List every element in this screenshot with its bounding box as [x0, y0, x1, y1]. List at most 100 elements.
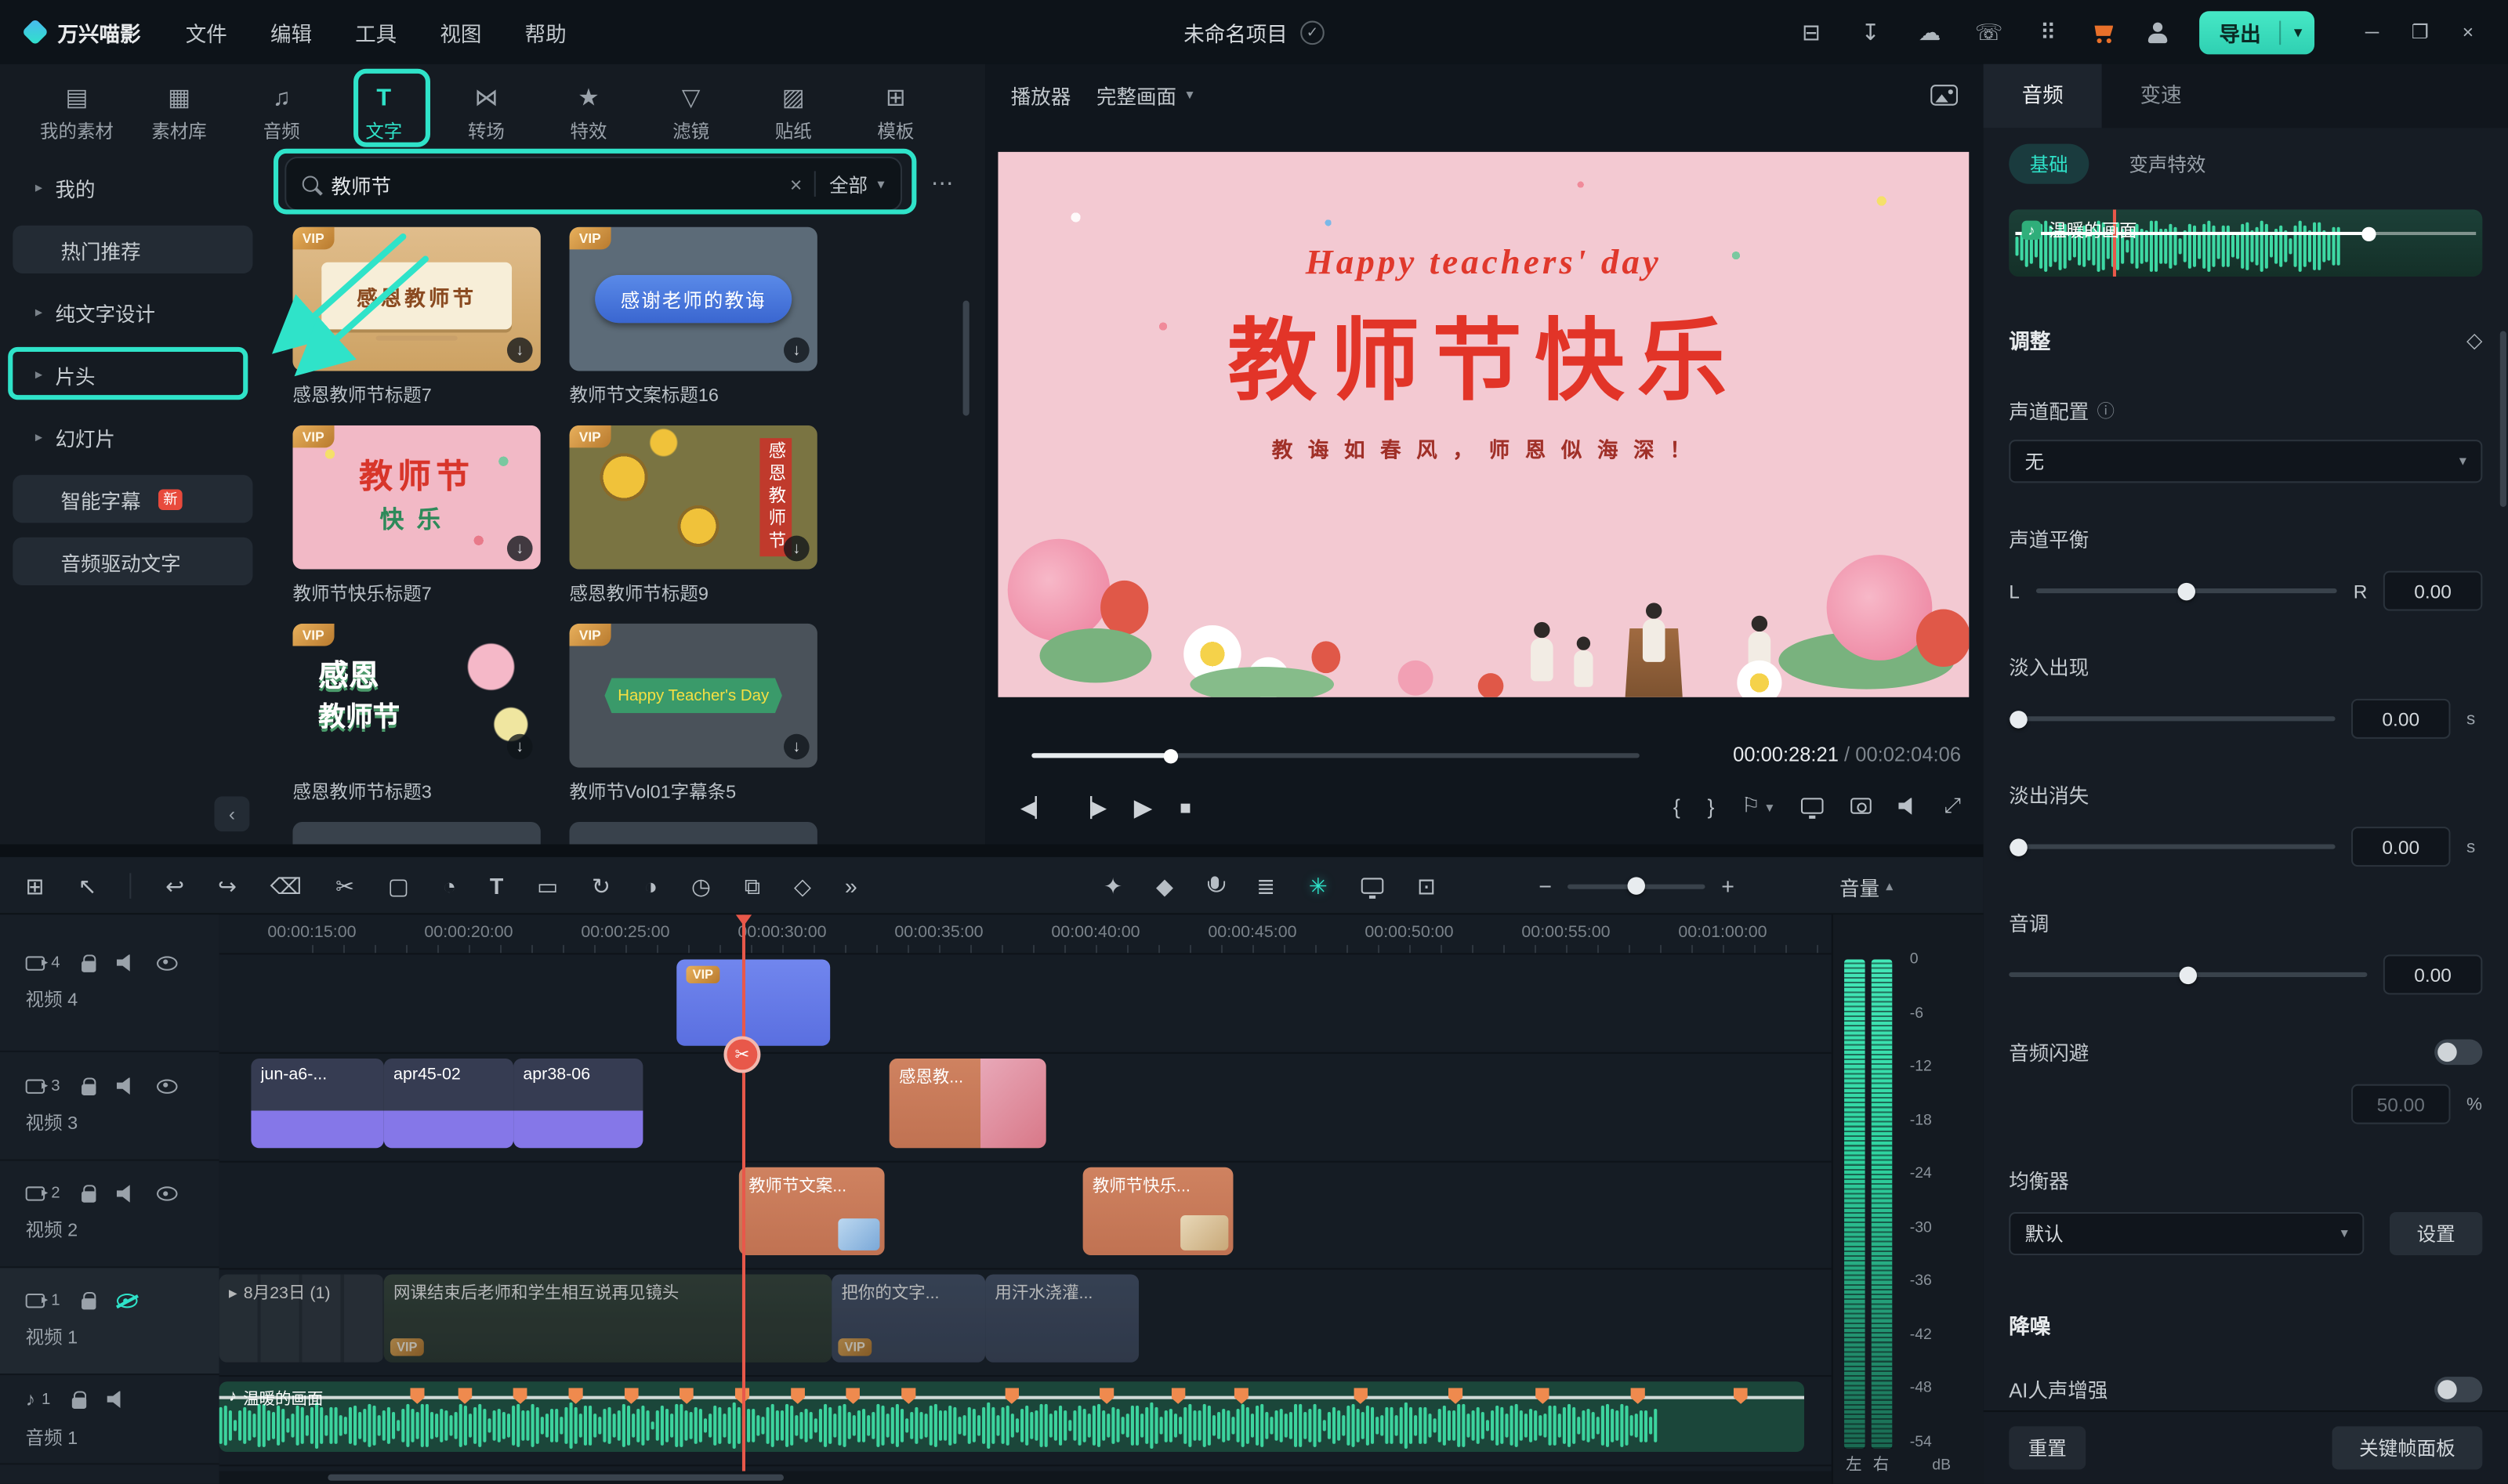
lock-icon[interactable] — [81, 954, 95, 971]
snapshot-icon[interactable] — [1850, 798, 1871, 813]
slider-handle[interactable] — [2180, 966, 2197, 983]
download-icon[interactable]: ↓ — [507, 536, 533, 562]
balance-slider[interactable] — [2035, 588, 2337, 593]
reset-button[interactable]: 重置 — [2009, 1426, 2086, 1469]
timeline-clip[interactable]: 感恩教... — [890, 1059, 1046, 1148]
shield-icon[interactable]: ◆ — [1156, 872, 1173, 899]
template-card[interactable]: VIP 教师节 快乐 ↓ 教师节快乐标题7 — [292, 425, 540, 606]
collapse-panel-button[interactable]: ‹ — [214, 796, 249, 831]
zoom-in-icon[interactable]: + — [1721, 873, 1734, 899]
template-thumbnail[interactable]: VIP 感恩 教师节 ↓ — [292, 624, 540, 768]
undo-icon[interactable]: ↩ — [165, 872, 184, 899]
clear-search-icon[interactable]: × — [790, 172, 802, 196]
track-header-video2[interactable]: 2 视频 2 — [0, 1161, 219, 1269]
apps-grid-icon[interactable]: ⠿ — [2034, 18, 2063, 45]
timeline-clip[interactable]: 教师节文案... — [739, 1167, 885, 1255]
mark-out-button[interactable]: } — [1707, 794, 1714, 818]
category-audio-driven[interactable]: 音频驱动文字 — [13, 537, 252, 585]
magic-tool-icon[interactable]: ✦ — [1104, 872, 1122, 899]
template-thumbnail[interactable]: VIP 感恩教师节 ↓ — [292, 227, 540, 371]
pitch-slider[interactable] — [2009, 972, 2367, 977]
lock-icon[interactable] — [81, 1077, 95, 1094]
timeline-ruler[interactable]: 00:00:15:00 00:00:20:00 00:00:25:00 00:0… — [219, 914, 1832, 953]
horizontal-scrollbar[interactable] — [219, 1471, 1832, 1484]
close-button[interactable]: × — [2444, 0, 2492, 64]
media-tab-my-media[interactable]: ▤我的素材 — [26, 71, 129, 154]
ai-voice-toggle[interactable] — [2434, 1376, 2482, 1402]
dual-monitor-icon[interactable] — [1800, 798, 1823, 813]
mute-icon[interactable] — [1898, 797, 1917, 814]
mask-icon[interactable]: ▭ — [537, 872, 558, 899]
slider-handle[interactable] — [1628, 877, 1645, 894]
media-tab-filters[interactable]: ▽滤镜 — [640, 71, 742, 154]
select-tool-icon[interactable]: ↖ — [78, 872, 96, 899]
template-card[interactable] — [292, 822, 540, 845]
minimize-button[interactable]: ─ — [2348, 0, 2396, 64]
lock-icon[interactable] — [71, 1390, 85, 1407]
search-input[interactable]: 教师节 — [331, 168, 777, 199]
download-icon[interactable]: ↓ — [784, 338, 810, 364]
beat-detect-icon[interactable]: ✳ — [1309, 872, 1328, 899]
media-tab-audio[interactable]: ♫音频 — [230, 71, 333, 154]
speed-icon[interactable]: ◔ — [443, 873, 456, 899]
audio-clip-preview[interactable]: ♪温暖的画面 — [2009, 209, 2482, 277]
mute-track-icon[interactable] — [116, 1185, 135, 1202]
timeline-audio-clip[interactable]: ♪温暖的画面 — [219, 1381, 1804, 1452]
visibility-icon[interactable] — [156, 1186, 177, 1200]
ducking-toggle[interactable] — [2434, 1039, 2482, 1065]
keyframe-diamond-icon[interactable]: ◇ — [2466, 327, 2482, 353]
template-card[interactable]: VIP 感恩 教师节 ↓ 感恩教师节标题3 — [292, 624, 540, 805]
envelope-handle[interactable] — [2361, 227, 2376, 241]
pitch-value[interactable]: 0.00 — [2383, 954, 2483, 994]
export-frame-icon[interactable]: ⊡ — [1417, 872, 1436, 899]
subtitle-icon[interactable]: ≣ — [1256, 872, 1275, 899]
duration-icon[interactable]: ◷ — [691, 872, 711, 899]
menu-file[interactable]: 文件 — [186, 16, 227, 47]
media-tab-stickers[interactable]: ▨贴纸 — [742, 71, 845, 154]
timeline-clip[interactable]: 用汗水浇灌... — [985, 1275, 1139, 1363]
fade-in-slider[interactable] — [2009, 716, 2335, 721]
category-mine[interactable]: ▸我的 — [13, 163, 252, 211]
fade-out-slider[interactable] — [2009, 845, 2335, 849]
timeline-clip[interactable]: 教师节快乐... — [1083, 1167, 1234, 1255]
timeline-clip[interactable]: VIP — [676, 959, 830, 1045]
media-tab-text[interactable]: T文字 — [332, 71, 435, 154]
equalizer-settings-button[interactable]: 设置 — [2390, 1212, 2482, 1255]
balance-value[interactable]: 0.00 — [2383, 571, 2483, 611]
download-icon[interactable]: ↓ — [507, 734, 533, 760]
more-tools-icon[interactable]: » — [845, 873, 857, 899]
next-frame-button[interactable]: ▕▶ — [1077, 796, 1107, 819]
progress-handle[interactable] — [1164, 748, 1178, 762]
keyframe-panel-button[interactable]: 关键帧面板 — [2332, 1426, 2482, 1469]
slider-handle[interactable] — [2178, 582, 2195, 599]
keyframe-icon[interactable]: ◇ — [794, 872, 811, 899]
template-thumbnail[interactable]: VIP 感恩教师节 ↓ — [570, 425, 817, 570]
timeline-clip[interactable]: ▸8月23日 (1) — [219, 1275, 384, 1363]
playback-progress-bar[interactable] — [1031, 753, 1640, 758]
media-tab-effects[interactable]: ★特效 — [538, 71, 640, 154]
layout-icon[interactable]: ⊟ — [1797, 18, 1826, 45]
split-icon[interactable]: ✂ — [335, 872, 354, 899]
add-media-icon[interactable]: ⊞ — [26, 872, 45, 899]
visibility-icon[interactable] — [156, 955, 177, 969]
play-button[interactable]: ▶ — [1134, 793, 1153, 822]
category-hot[interactable]: 热门推荐 — [13, 226, 252, 273]
fade-out-value[interactable]: 0.00 — [2351, 827, 2451, 867]
audio-keyframes[interactable] — [219, 1388, 1804, 1405]
cloud-icon[interactable]: ☁ — [1915, 18, 1944, 45]
delete-icon[interactable]: ⌫ — [270, 872, 302, 899]
lock-icon[interactable] — [81, 1185, 95, 1202]
template-thumbnail[interactable] — [570, 822, 817, 845]
marker-button[interactable]: ⚐ ▾ — [1741, 793, 1773, 819]
category-smart-caption[interactable]: 智能字幕新 — [13, 475, 252, 523]
save-icon[interactable]: ↧ — [1856, 18, 1885, 45]
download-icon[interactable]: ↓ — [784, 536, 810, 562]
account-icon[interactable] — [2147, 22, 2170, 43]
template-thumbnail[interactable]: VIP 教师节 快乐 ↓ — [292, 425, 540, 570]
video-preview[interactable]: Happy teachers' day 教师节快乐 教 诲 如 春 风 ， 师 … — [998, 152, 1969, 697]
timeline-clip[interactable]: 网课结束后老师和学生相互说再见镜头 VIP — [384, 1275, 832, 1363]
timeline-clip[interactable]: apr38-06 — [513, 1059, 643, 1148]
scrollbar-thumb[interactable] — [328, 1475, 784, 1481]
image-preview-icon[interactable] — [1930, 84, 1958, 105]
track-header-video4[interactable]: 4 视频 4 — [0, 914, 219, 1052]
